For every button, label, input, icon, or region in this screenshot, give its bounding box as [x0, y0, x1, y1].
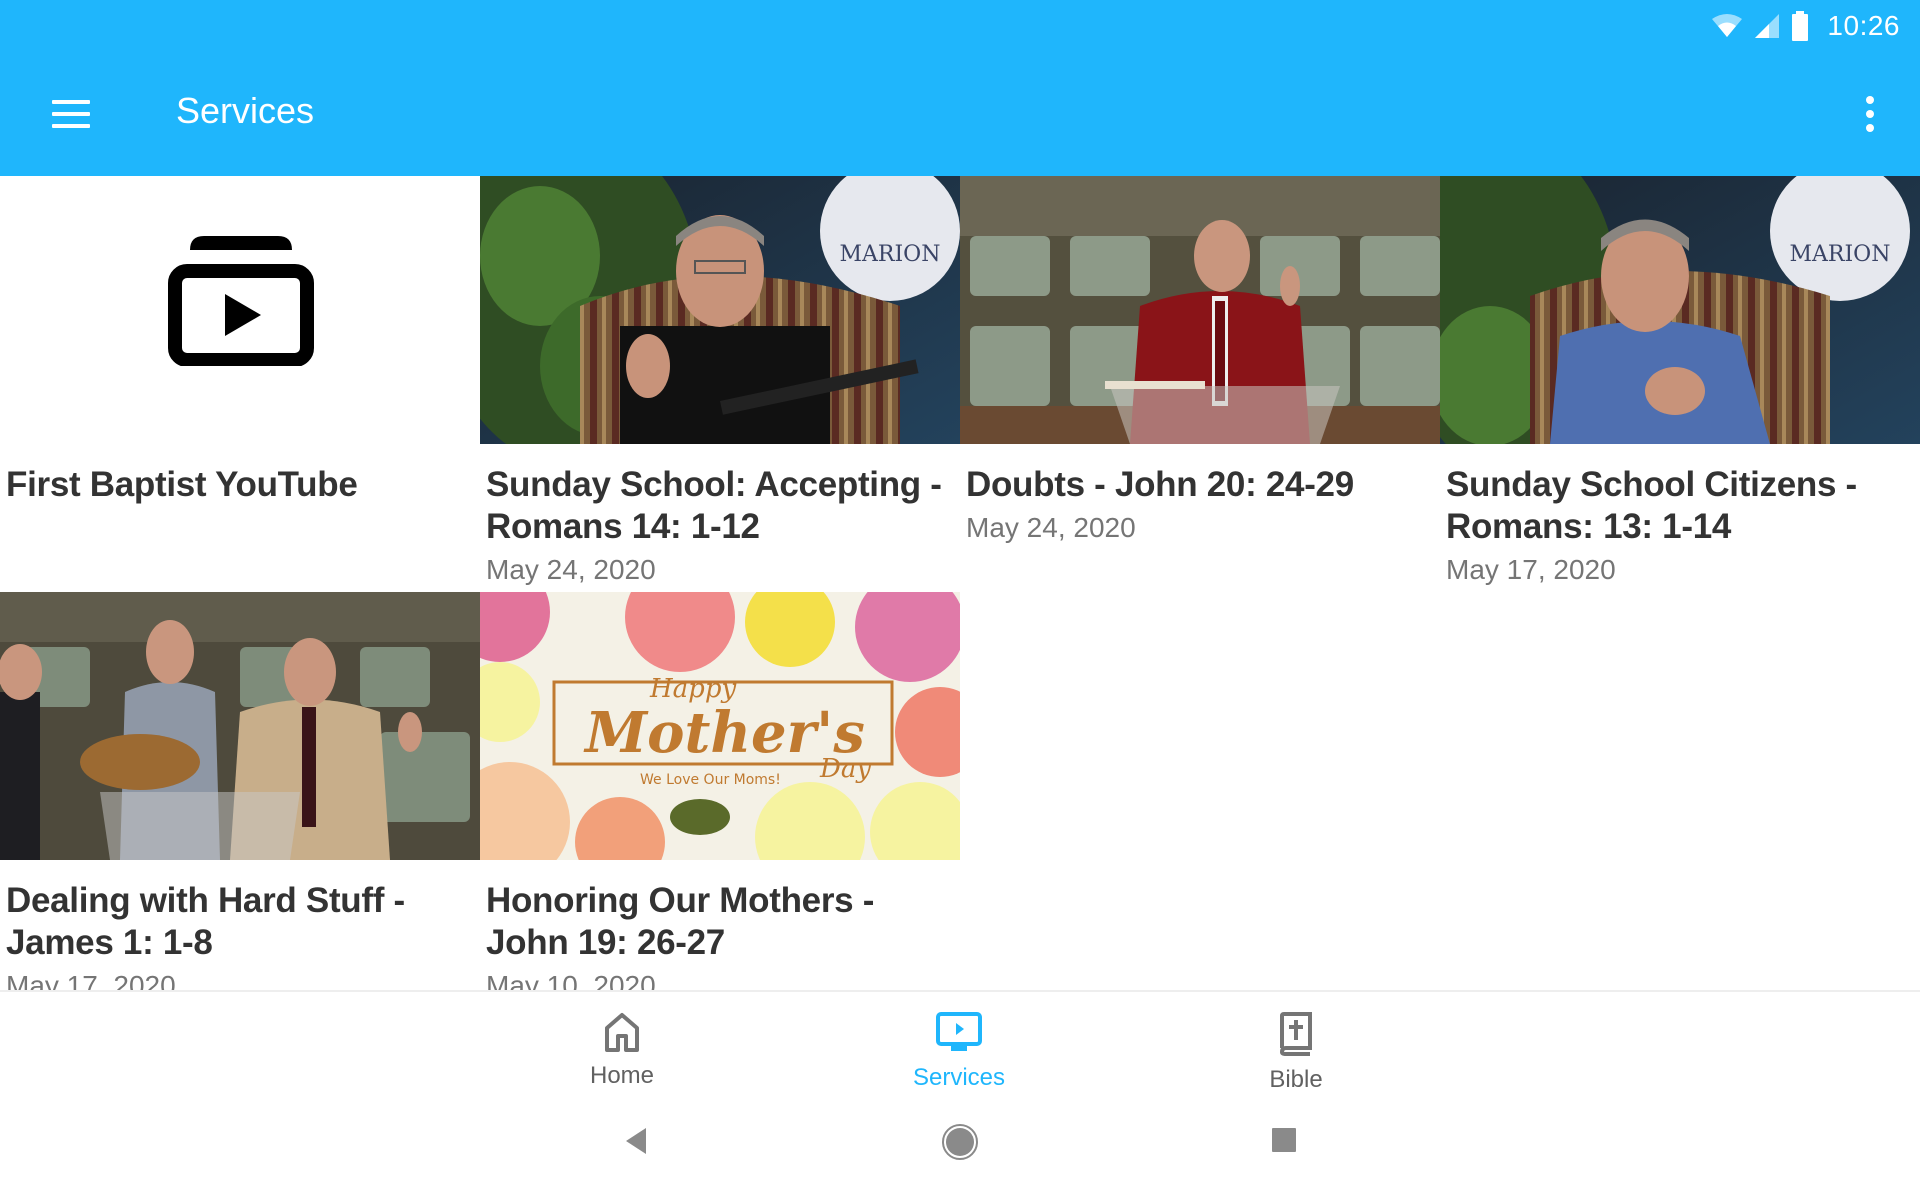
status-time: 10:26: [1827, 10, 1900, 41]
more-vert-icon[interactable]: [1860, 92, 1880, 136]
service-card[interactable]: MARION Sunday School Citizens - Romans: …: [1440, 176, 1920, 592]
mothers-day-tagline: We Love Our Moms!: [640, 772, 781, 788]
mothers-day-day: Day: [819, 754, 871, 784]
home-circle-icon[interactable]: [940, 1122, 980, 1162]
nav-label-services: Services: [912, 1064, 1006, 1091]
page-title: Services: [176, 90, 315, 131]
toolbar: Services: [0, 60, 1920, 166]
service-card[interactable]: First Baptist YouTube: [0, 176, 480, 592]
card-date: May 17, 2020: [1446, 554, 1616, 585]
system-navigation-bar: [0, 1102, 1920, 1200]
card-title: Dealing with Hard Stuff - James 1: 1-8: [6, 881, 405, 962]
service-card[interactable]: MARION Sunday School: Accepting - Romans…: [480, 176, 960, 592]
video-thumbnail-pastor-red-jacket: [960, 176, 1440, 444]
tv-play-icon: [936, 1012, 982, 1051]
cell-signal-icon: [1755, 14, 1780, 38]
video-thumbnail-pastor-tan-jacket: [0, 592, 480, 860]
nav-label-home: Home: [589, 1062, 655, 1089]
video-thumbnail-speaker-seated: MARION: [480, 176, 960, 444]
bible-icon: [1279, 1012, 1312, 1056]
card-thumbnail: [0, 176, 480, 444]
video-thumbnail-speaker-blue-shirt: MARION: [1440, 176, 1920, 444]
card-thumbnail: Happy Mother's Day We Love Our Moms!: [480, 592, 960, 860]
card-title: First Baptist YouTube: [6, 465, 358, 504]
card-date: May 17, 2020: [6, 970, 176, 990]
card-title: Honoring Our Mothers - John 19: 26-27: [486, 881, 875, 962]
card-thumbnail: MARION: [1440, 176, 1920, 444]
card-title: Doubts - John 20: 24-29: [966, 465, 1354, 504]
playlist-play-icon: [168, 236, 314, 366]
nav-label-bible: Bible: [1269, 1066, 1323, 1093]
service-card[interactable]: Dealing with Hard Stuff - James 1: 1-8 M…: [0, 592, 480, 990]
back-icon[interactable]: [620, 1126, 650, 1156]
app-bar: 10:26 Services: [0, 0, 1920, 176]
hamburger-menu-icon[interactable]: [48, 96, 96, 132]
mothers-day-thumbnail: Happy Mother's Day We Love Our Moms!: [480, 592, 960, 860]
status-bar: 10:26: [1711, 6, 1900, 46]
service-card[interactable]: Doubts - John 20: 24-29 May 24, 2020: [960, 176, 1440, 592]
card-date: May 10, 2020: [486, 970, 656, 990]
services-grid: First Baptist YouTube MARION Sunday Scho…: [0, 176, 1920, 990]
nav-item-services[interactable]: Services: [859, 992, 1059, 1102]
nav-item-bible[interactable]: Bible: [1196, 992, 1396, 1102]
card-thumbnail: [0, 592, 480, 860]
card-title: Sunday School: Accepting - Romans 14: 1-…: [486, 465, 942, 546]
battery-icon: [1792, 11, 1809, 41]
card-thumbnail: [960, 176, 1440, 444]
card-date: May 24, 2020: [486, 554, 656, 585]
recents-square-icon[interactable]: [1270, 1126, 1298, 1154]
card-title: Sunday School Citizens - Romans: 13: 1-1…: [1446, 465, 1857, 546]
card-date: May 24, 2020: [966, 512, 1136, 543]
bottom-navigation: Home Services Bible: [0, 992, 1920, 1102]
service-card[interactable]: Happy Mother's Day We Love Our Moms! Hon…: [480, 592, 960, 990]
card-thumbnail: MARION: [480, 176, 960, 444]
marion-logo-text: MARION: [840, 242, 941, 267]
wifi-icon: [1712, 14, 1743, 37]
marion-logo-text: MARION: [1790, 242, 1891, 267]
nav-item-home[interactable]: Home: [522, 992, 722, 1102]
home-icon: [605, 1013, 639, 1052]
